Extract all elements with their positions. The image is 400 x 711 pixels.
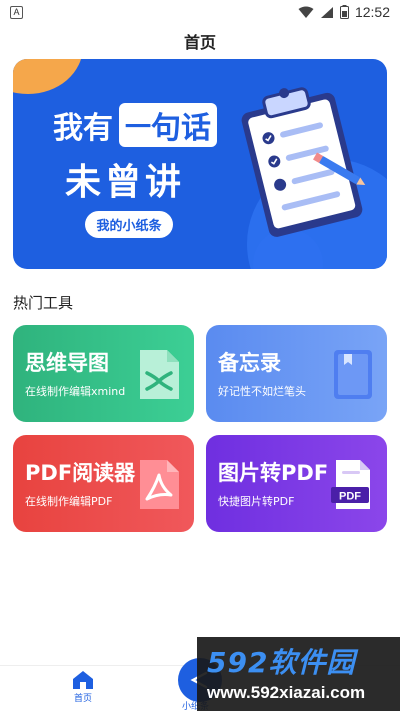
banner-highlight-box: 一 句话: [119, 103, 218, 147]
tool-card-image-to-pdf[interactable]: 图片转PDF 快捷图片转PDF PDF: [206, 435, 387, 532]
banner-text: 我有: [53, 111, 113, 146]
section-title: 热门工具: [13, 294, 74, 312]
banner-text: 一: [125, 112, 152, 143]
page-title: 首页: [183, 33, 216, 52]
xmind-file-icon: [140, 350, 179, 399]
banner-decoration: [13, 59, 83, 94]
clock: 12:52: [354, 4, 390, 20]
tool-card-mindmap[interactable]: 思维导图 在线制作编辑xmind: [13, 325, 194, 422]
notebook-icon: [334, 350, 372, 399]
banner[interactable]: 我有 一 句话 未曾讲 我的小纸条: [13, 59, 387, 269]
tool-card-subtitle: 快捷图片转PDF: [218, 495, 295, 508]
image-to-pdf-icon: PDF: [331, 460, 370, 509]
watermark: 592软件园 www.592xiazai.com: [197, 637, 400, 711]
status-icons: 12:52: [298, 4, 390, 20]
tool-card-title: 备忘录: [218, 351, 281, 375]
banner-text: 句话: [151, 111, 212, 146]
clipboard-illustration: [241, 87, 366, 237]
tool-card-subtitle: 好记性不如烂笔头: [218, 385, 306, 398]
status-bar: A 12:52: [0, 0, 400, 24]
watermark-url: www.592xiazai.com: [207, 683, 366, 702]
app-notification-icon: A: [10, 5, 23, 19]
wifi-icon: [298, 6, 314, 18]
signal-icon: [320, 6, 333, 18]
home-icon: [73, 671, 93, 689]
battery-icon: [339, 5, 349, 19]
tool-card-title: 图片转PDF: [218, 461, 329, 485]
tool-card-memo[interactable]: 备忘录 好记性不如烂笔头: [206, 325, 387, 422]
tool-card-title: PDF阅读器: [25, 461, 136, 485]
banner-headline: 我有 一 句话: [53, 103, 218, 147]
tool-card-subtitle: 在线制作编辑PDF: [25, 495, 113, 508]
watermark-brand: 592软件园: [207, 646, 356, 679]
nav-item-label: 首页: [73, 694, 92, 704]
tool-card-pdf-reader[interactable]: PDF阅读器 在线制作编辑PDF: [13, 435, 194, 532]
nav-item-home[interactable]: 首页: [60, 670, 106, 704]
svg-text:PDF: PDF: [339, 491, 361, 503]
tool-card-subtitle: 在线制作编辑xmind: [25, 385, 126, 398]
pdf-file-icon: [140, 460, 179, 509]
my-notes-button[interactable]: 我的小纸条: [85, 211, 173, 238]
banner-subheadline: 未曾讲: [65, 162, 186, 203]
tool-card-title: 思维导图: [25, 351, 109, 375]
